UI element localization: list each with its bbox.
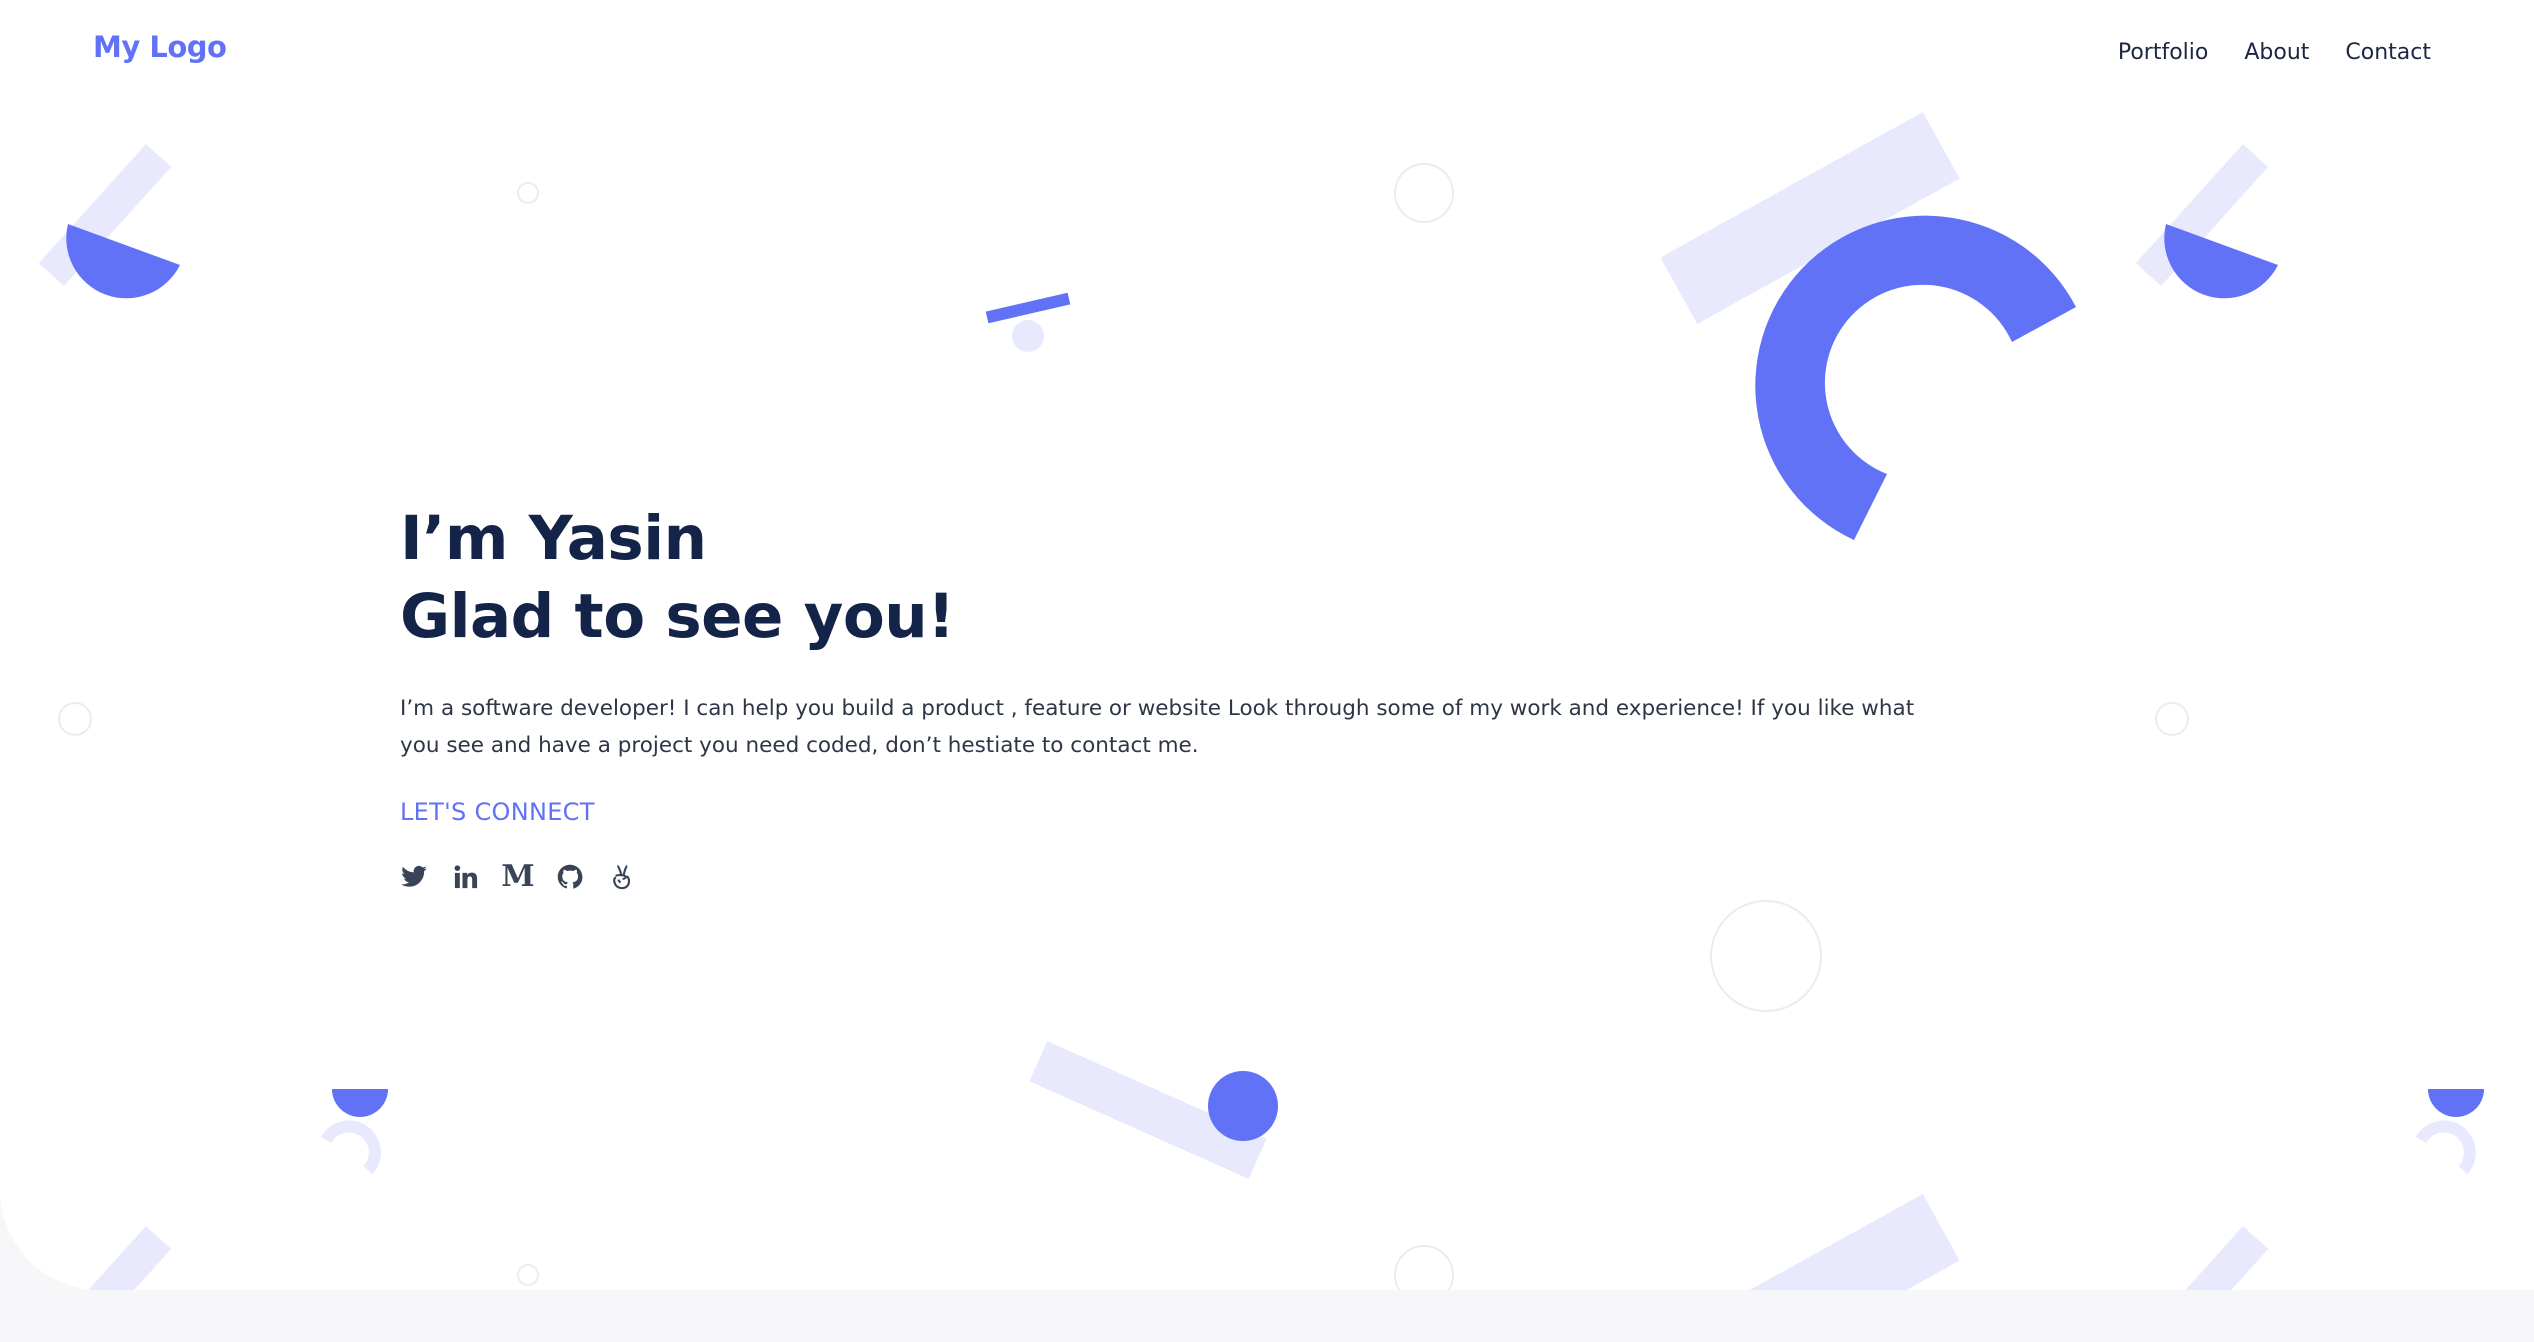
medium-icon: M [501,859,535,894]
bg-circle-outline [517,182,539,204]
bg-cup-shape [2428,1089,2484,1117]
social-links: M [400,862,636,892]
bg-dot-shape [1208,1071,1278,1141]
medium-link[interactable]: M [501,859,535,894]
hero-heading-line-1: I’m Yasin [400,503,707,574]
bg-circle-outline [1394,163,1454,223]
bg-circle-outline [517,1264,539,1286]
bg-arc-shape [2415,1120,2476,1175]
background-shapes [38,112,2484,1290]
github-icon [557,864,583,889]
hero-heading: I’m Yasin Glad to see you! [400,500,955,656]
bg-bar-shape [38,1226,172,1290]
bg-half-disc-shape [66,224,180,299]
linkedin-link[interactable] [452,862,480,892]
site-logo[interactable]: My Logo [93,30,227,64]
hero-bio: I’m a software developer! I can help you… [400,696,1915,758]
linkedin-icon [454,865,478,889]
nav-link-about[interactable]: About [2244,40,2309,65]
bg-arc-shape [320,1120,381,1175]
bg-bar-shape [2135,1226,2269,1290]
angellist-link[interactable] [608,862,636,892]
angellist-icon [613,864,631,890]
bg-circle-outline [1394,1245,1454,1290]
hero-heading-line-2: Glad to see you! [400,581,955,652]
bg-circle-outline [2155,702,2189,736]
bg-cup-shape [332,1089,388,1117]
github-link[interactable] [556,862,584,892]
bg-bar-shape [985,292,1071,324]
bg-circle-outline [58,702,92,736]
nav-link-portfolio[interactable]: Portfolio [2118,40,2209,65]
main-nav: Portfolio About Contact [2118,40,2431,65]
nav-link-contact[interactable]: Contact [2345,40,2431,65]
bg-bar-shape [1660,1194,1960,1290]
bg-half-disc-shape [2164,224,2278,299]
twitter-icon [401,865,427,887]
twitter-link[interactable] [400,862,428,892]
bg-circle-outline [1710,900,1822,1012]
lets-connect-label: LET'S CONNECT [400,798,595,826]
hero-section: My Logo Portfolio About Contact I’m Yasi… [0,0,2534,1290]
bg-dot-shape [1012,320,1044,352]
